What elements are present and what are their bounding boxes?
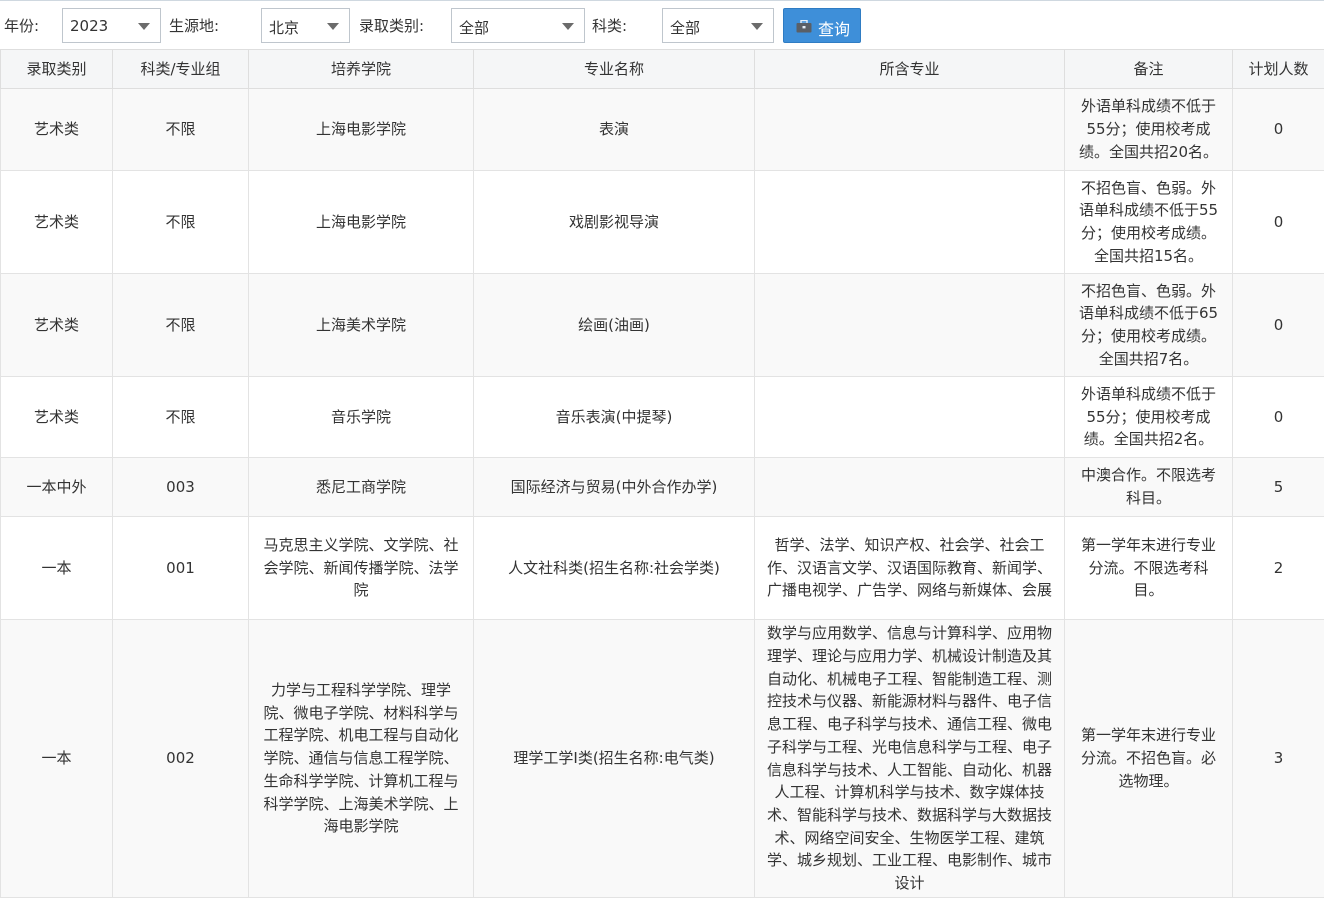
query-button-label: 查询 bbox=[818, 20, 851, 39]
cell-remarks: 不招色盲、色弱。外语单科成绩不低于55分；使用校考成绩。全国共招15名。 bbox=[1064, 170, 1233, 274]
cell-college: 上海电影学院 bbox=[248, 88, 474, 171]
year-label: 年份: bbox=[4, 17, 40, 35]
cell-remarks: 第一学年末进行专业分流。不限选考科目。 bbox=[1064, 516, 1233, 620]
admission-type-select-value: 全部 bbox=[459, 19, 490, 37]
cell-remarks: 不招色盲、色弱。外语单科成绩不低于65分；使用校考成绩。全国共招7名。 bbox=[1064, 273, 1233, 377]
cell-included-majors bbox=[754, 457, 1065, 517]
cell-admission-type: 艺术类 bbox=[0, 88, 113, 171]
cell-college: 马克思主义学院、文学院、社会学院、新闻传播学院、法学院 bbox=[248, 516, 474, 620]
cell-major-name: 绘画(油画) bbox=[473, 273, 755, 377]
cell-college: 音乐学院 bbox=[248, 376, 474, 458]
cell-plan-count: 5 bbox=[1232, 457, 1325, 517]
table-row: 一本中外 003 悉尼工商学院 国际经济与贸易(中外合作办学) 中澳合作。不限选… bbox=[0, 457, 1325, 517]
cell-subject-group: 不限 bbox=[112, 88, 249, 171]
column-header-included-majors[interactable]: 所含专业 bbox=[754, 49, 1065, 89]
year-select[interactable]: 2023 bbox=[62, 8, 161, 43]
cell-subject-group: 002 bbox=[112, 619, 249, 898]
cell-included-majors bbox=[754, 170, 1065, 274]
cell-subject-group: 不限 bbox=[112, 376, 249, 458]
cell-major-name: 理学工学I类(招生名称:电气类) bbox=[473, 619, 755, 898]
cell-admission-type: 艺术类 bbox=[0, 376, 113, 458]
subject-select[interactable]: 全部 bbox=[662, 8, 774, 43]
caret-down-icon bbox=[138, 23, 150, 30]
cell-admission-type: 艺术类 bbox=[0, 170, 113, 274]
table-header-row: 录取类别 科类/专业组 培养学院 专业名称 所含专业 备注 计划人数 bbox=[0, 49, 1325, 89]
cell-included-majors bbox=[754, 376, 1065, 458]
cell-admission-type: 一本 bbox=[0, 619, 113, 898]
cell-college: 悉尼工商学院 bbox=[248, 457, 474, 517]
page-right-edge bbox=[1324, 0, 1328, 902]
cell-plan-count: 2 bbox=[1232, 516, 1325, 620]
cell-remarks: 外语单科成绩不低于55分；使用校考成绩。全国共招2名。 bbox=[1064, 376, 1233, 458]
cell-major-name: 戏剧影视导演 bbox=[473, 170, 755, 274]
query-button[interactable]: 查询 bbox=[783, 8, 861, 43]
cell-admission-type: 艺术类 bbox=[0, 273, 113, 377]
column-header-major-name[interactable]: 专业名称 bbox=[473, 49, 755, 89]
cell-plan-count: 0 bbox=[1232, 88, 1325, 171]
cell-major-name: 国际经济与贸易(中外合作办学) bbox=[473, 457, 755, 517]
cell-plan-count: 0 bbox=[1232, 273, 1325, 377]
cell-major-name: 表演 bbox=[473, 88, 755, 171]
cell-college: 上海电影学院 bbox=[248, 170, 474, 274]
admission-plan-table: 录取类别 科类/专业组 培养学院 专业名称 所含专业 备注 计划人数 艺术类 不… bbox=[0, 49, 1325, 898]
table-row: 艺术类 不限 上海电影学院 表演 外语单科成绩不低于55分；使用校考成绩。全国共… bbox=[0, 88, 1325, 171]
subject-label: 科类: bbox=[592, 17, 628, 35]
caret-down-icon bbox=[562, 23, 574, 30]
cell-major-name: 人文社科类(招生名称:社会学类) bbox=[473, 516, 755, 620]
cell-remarks: 外语单科成绩不低于55分；使用校考成绩。全国共招20名。 bbox=[1064, 88, 1233, 171]
cell-plan-count: 3 bbox=[1232, 619, 1325, 898]
region-label: 生源地: bbox=[169, 17, 220, 35]
column-header-admission-type[interactable]: 录取类别 bbox=[0, 49, 113, 89]
cell-subject-group: 不限 bbox=[112, 273, 249, 377]
cell-remarks: 第一学年末进行专业分流。不招色盲。必选物理。 bbox=[1064, 619, 1233, 898]
cell-subject-group: 003 bbox=[112, 457, 249, 517]
cell-remarks: 中澳合作。不限选考科目。 bbox=[1064, 457, 1233, 517]
table-row: 艺术类 不限 上海美术学院 绘画(油画) 不招色盲、色弱。外语单科成绩不低于65… bbox=[0, 273, 1325, 377]
admission-type-select[interactable]: 全部 bbox=[451, 8, 585, 43]
column-header-plan-count[interactable]: 计划人数 bbox=[1232, 49, 1325, 89]
column-header-remarks[interactable]: 备注 bbox=[1064, 49, 1233, 89]
cell-plan-count: 0 bbox=[1232, 376, 1325, 458]
year-select-value: 2023 bbox=[70, 17, 109, 35]
cell-admission-type: 一本 bbox=[0, 516, 113, 620]
region-select[interactable]: 北京 bbox=[261, 8, 350, 43]
cell-subject-group: 001 bbox=[112, 516, 249, 620]
cell-subject-group: 不限 bbox=[112, 170, 249, 274]
table-row: 一本 002 力学与工程科学学院、理学院、微电子学院、材料科学与工程学院、机电工… bbox=[0, 619, 1325, 898]
caret-down-icon bbox=[327, 23, 339, 30]
filter-toolbar: 年份: 2023 生源地: 北京 录取类别: 全部 科类: 全部 查询 bbox=[0, 0, 1328, 48]
caret-down-icon bbox=[751, 23, 763, 30]
cell-plan-count: 0 bbox=[1232, 170, 1325, 274]
admission-type-label: 录取类别: bbox=[359, 17, 425, 35]
cell-admission-type: 一本中外 bbox=[0, 457, 113, 517]
cell-included-majors: 数学与应用数学、信息与计算科学、应用物理学、理论与应用力学、机械设计制造及其自动… bbox=[754, 619, 1065, 898]
column-header-college[interactable]: 培养学院 bbox=[248, 49, 474, 89]
region-select-value: 北京 bbox=[269, 19, 300, 37]
cell-included-majors: 哲学、法学、知识产权、社会学、社会工作、汉语言文学、汉语国际教育、新闻学、广播电… bbox=[754, 516, 1065, 620]
cell-college: 上海美术学院 bbox=[248, 273, 474, 377]
cell-included-majors bbox=[754, 273, 1065, 377]
cell-college: 力学与工程科学学院、理学院、微电子学院、材料科学与工程学院、机电工程与自动化学院… bbox=[248, 619, 474, 898]
subject-select-value: 全部 bbox=[670, 19, 701, 37]
cell-major-name: 音乐表演(中提琴) bbox=[473, 376, 755, 458]
table-row: 艺术类 不限 上海电影学院 戏剧影视导演 不招色盲、色弱。外语单科成绩不低于55… bbox=[0, 170, 1325, 274]
briefcase-icon bbox=[796, 20, 812, 33]
table-row: 艺术类 不限 音乐学院 音乐表演(中提琴) 外语单科成绩不低于55分；使用校考成… bbox=[0, 376, 1325, 458]
column-header-subject-group[interactable]: 科类/专业组 bbox=[112, 49, 249, 89]
cell-included-majors bbox=[754, 88, 1065, 171]
table-row: 一本 001 马克思主义学院、文学院、社会学院、新闻传播学院、法学院 人文社科类… bbox=[0, 516, 1325, 620]
